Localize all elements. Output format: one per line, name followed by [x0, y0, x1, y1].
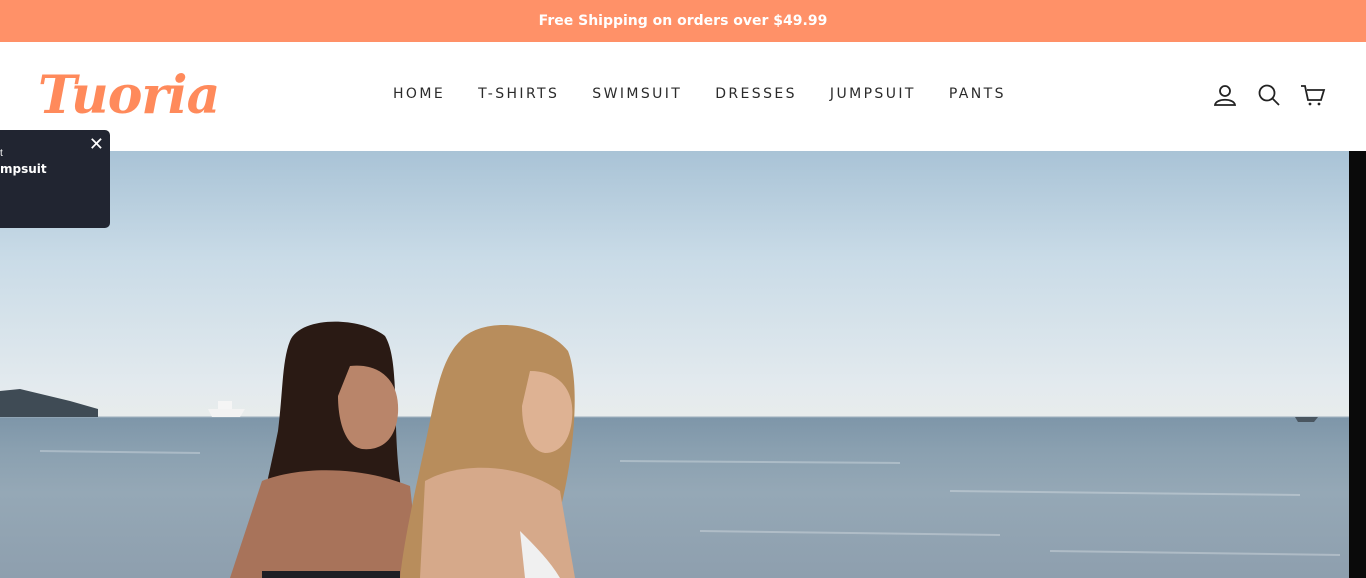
hero-photo: [0, 321, 1341, 578]
announcement-bar: Free Shipping on orders over $49.99: [0, 0, 1366, 42]
site-header: Tuoria HOME T-SHIRTS SWIMSUIT DRESSES JU…: [0, 42, 1366, 151]
nav-dresses[interactable]: DRESSES: [715, 86, 797, 102]
search-icon[interactable]: [1256, 82, 1282, 108]
close-icon[interactable]: ✕: [89, 134, 104, 155]
nav-swimsuit[interactable]: SWIMSUIT: [592, 86, 682, 102]
cart-icon[interactable]: [1300, 82, 1326, 108]
nav-tshirts[interactable]: T-SHIRTS: [478, 86, 559, 102]
site-logo[interactable]: Tuoria: [38, 64, 220, 128]
notification-popup: t mpsuit ✕: [0, 130, 110, 228]
main-nav: HOME T-SHIRTS SWIMSUIT DRESSES JUMPSUIT …: [393, 86, 1039, 102]
nav-jumpsuit[interactable]: JUMPSUIT: [830, 86, 916, 102]
header-icons: [1212, 82, 1326, 108]
nav-home[interactable]: HOME: [393, 86, 445, 102]
popup-text-fragment: t: [0, 148, 3, 159]
account-icon[interactable]: [1212, 82, 1238, 108]
scrollbar[interactable]: [1349, 151, 1366, 578]
hero-image: [0, 151, 1349, 578]
announcement-text: Free Shipping on orders over $49.99: [538, 13, 828, 29]
popup-text: mpsuit: [0, 162, 47, 176]
nav-pants[interactable]: PANTS: [949, 86, 1006, 102]
